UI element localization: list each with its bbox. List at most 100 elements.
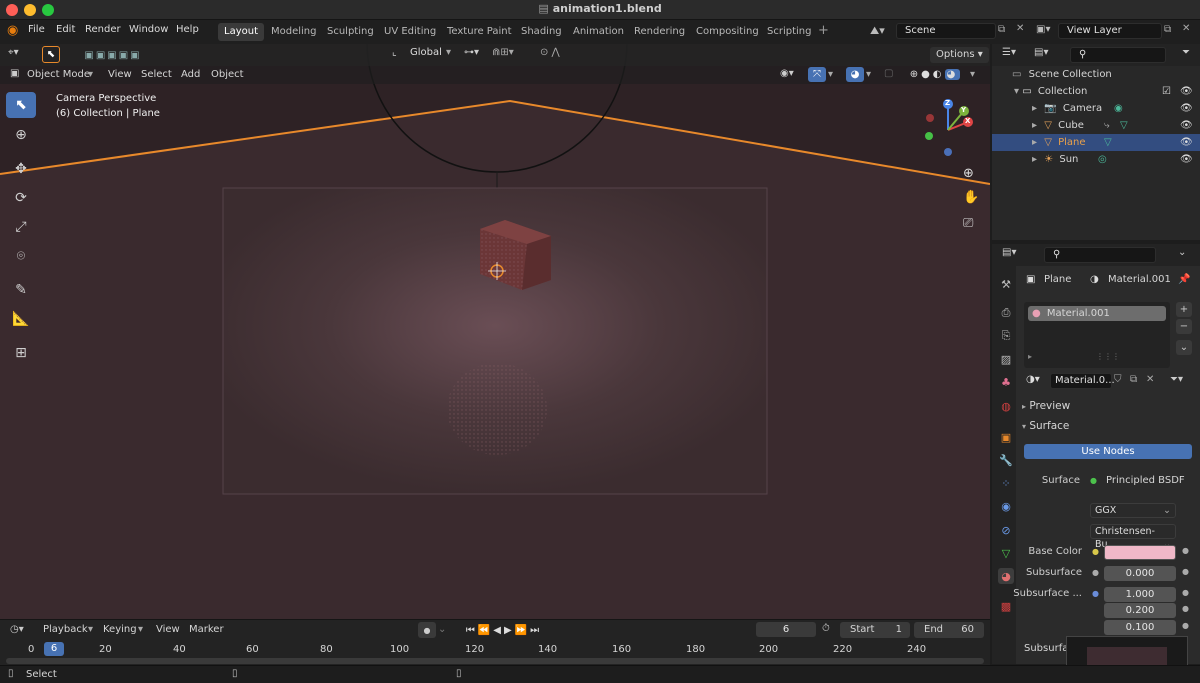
- subsurface-radius-x-field[interactable]: 1.000: [1104, 587, 1176, 602]
- start-frame-field[interactable]: Start 1: [840, 622, 910, 638]
- overlay-toggle-icon[interactable]: ◕: [846, 67, 864, 82]
- mode-select[interactable]: Object Mode: [27, 69, 90, 80]
- fake-user-icon[interactable]: ⛉: [1114, 374, 1122, 385]
- tab-modeling[interactable]: Modeling: [265, 23, 323, 41]
- tab-layout[interactable]: Layout: [218, 23, 264, 41]
- playhead[interactable]: 6: [44, 642, 64, 656]
- 3d-viewport[interactable]: [0, 44, 990, 619]
- output-tab-icon[interactable]: ⎘: [998, 328, 1014, 344]
- cursor-tool-icon[interactable]: ⊕: [6, 122, 36, 148]
- material-browse-icon[interactable]: ◑▾: [1026, 374, 1040, 385]
- eye-icon[interactable]: 👁: [1180, 151, 1193, 168]
- delete-scene-icon[interactable]: ✕: [1016, 23, 1024, 34]
- outliner-row-scene-collection[interactable]: ▭ Scene Collection: [992, 66, 1200, 83]
- material-slot-item[interactable]: ● Material.001: [1028, 306, 1166, 321]
- keyframe-dot-icon[interactable]: ●: [1182, 567, 1189, 576]
- add-slot-button[interactable]: +: [1176, 302, 1192, 317]
- timeline-editor-icon[interactable]: ◷▾: [10, 624, 24, 635]
- select-box-tool-icon[interactable]: ⬉: [6, 92, 36, 118]
- delete-view-layer-icon[interactable]: ✕: [1182, 23, 1190, 34]
- keyframe-dot-icon[interactable]: ●: [1182, 621, 1189, 630]
- tab-texture-paint[interactable]: Texture Paint: [441, 23, 518, 41]
- preview-panel-header[interactable]: ▸ Preview: [1022, 400, 1070, 412]
- render-tab-icon[interactable]: ⎙: [998, 305, 1014, 321]
- menu-render[interactable]: Render: [85, 24, 121, 35]
- rotate-tool-icon[interactable]: ⟳: [6, 185, 36, 211]
- unlink-icon[interactable]: ✕: [1146, 374, 1154, 385]
- base-color-swatch[interactable]: [1104, 545, 1176, 560]
- transform-orientation-select[interactable]: Global: [410, 47, 442, 58]
- world-tab-icon[interactable]: ◍: [998, 398, 1014, 414]
- view-layer-tab-icon[interactable]: ▨: [998, 351, 1014, 367]
- shading-mode-icons[interactable]: ⊕●◐ ◕: [904, 67, 966, 82]
- tab-uv-editing[interactable]: UV Editing: [378, 23, 442, 41]
- chevron-down-icon[interactable]: ⌄: [1178, 247, 1186, 258]
- zoom-icon[interactable]: ⊕: [963, 166, 974, 181]
- menu-marker[interactable]: Marker: [189, 624, 224, 635]
- scene-field[interactable]: Scene: [896, 23, 996, 39]
- menu-timeline-view[interactable]: View: [156, 624, 180, 635]
- record-icon[interactable]: ●: [418, 622, 436, 638]
- eye-icon[interactable]: 👁: [1180, 134, 1193, 151]
- outliner-row-cube[interactable]: ▸ ▽ Cube ⤷ ▽ 👁: [992, 117, 1200, 134]
- tab-rendering[interactable]: Rendering: [628, 23, 691, 41]
- remove-slot-button[interactable]: −: [1176, 319, 1192, 334]
- eye-icon[interactable]: 👁: [1180, 117, 1193, 134]
- modifier-tab-icon[interactable]: 🔧: [998, 452, 1014, 468]
- scene-icon[interactable]: ⛰▾: [870, 24, 885, 38]
- view-layer-field[interactable]: View Layer: [1058, 23, 1162, 39]
- pivot-point-icon[interactable]: ⊶▾: [464, 47, 479, 58]
- playback-controls[interactable]: ⏮⏪◀▶⏩⏭: [454, 622, 554, 638]
- eye-icon[interactable]: 👁: [1180, 83, 1193, 100]
- distribution-select[interactable]: GGX ⌄: [1090, 503, 1176, 518]
- scale-tool-icon[interactable]: ⤢: [6, 214, 36, 240]
- current-frame-field[interactable]: 6: [756, 622, 816, 637]
- menu-file[interactable]: File: [28, 24, 45, 35]
- tool-tab-icon[interactable]: ⚒: [998, 276, 1014, 292]
- xray-icon[interactable]: ▢: [884, 68, 893, 79]
- material-tab-icon[interactable]: ◕: [998, 568, 1014, 584]
- chevron-right-icon[interactable]: ▸: [1028, 352, 1032, 361]
- subsurface-radius-z-field[interactable]: 0.100: [1104, 620, 1176, 635]
- surface-shader-select[interactable]: Principled BSDF: [1106, 475, 1185, 486]
- outliner-editor-icon[interactable]: ☰▾: [1002, 47, 1016, 58]
- duplicate-icon[interactable]: ⧉: [1130, 374, 1137, 385]
- texture-tab-icon[interactable]: ▩: [998, 598, 1014, 614]
- eye-icon[interactable]: 👁: [1180, 100, 1193, 117]
- tab-animation[interactable]: Animation: [567, 23, 630, 41]
- tab-shading[interactable]: Shading: [515, 23, 568, 41]
- keyframe-dot-icon[interactable]: ●: [1182, 588, 1189, 597]
- tab-scripting[interactable]: Scripting: [761, 23, 817, 41]
- menu-edit[interactable]: Edit: [56, 24, 75, 35]
- properties-search-input[interactable]: ⚲: [1044, 247, 1156, 263]
- blender-logo-icon[interactable]: ◉: [7, 23, 18, 38]
- new-view-layer-icon[interactable]: ⧉: [1164, 24, 1171, 35]
- outliner-row-camera[interactable]: ▸ 📷 Camera ◉ 👁: [992, 100, 1200, 117]
- move-tool-icon[interactable]: ✥: [6, 156, 36, 182]
- surface-panel-header[interactable]: ▾ Surface: [1022, 420, 1069, 432]
- display-mode-icon[interactable]: ▤▾: [1034, 47, 1048, 58]
- snap-icon[interactable]: ⋒⊞▾: [492, 47, 514, 58]
- material-slot-list[interactable]: ● Material.001 ▸ ⋮⋮⋮: [1024, 302, 1170, 368]
- outliner-row-plane[interactable]: ▸ ▽ Plane ▽ 👁: [992, 134, 1200, 151]
- menu-playback[interactable]: Playback: [43, 624, 88, 635]
- add-workspace-icon[interactable]: +: [818, 23, 829, 38]
- visibility-icon[interactable]: ◉▾: [780, 68, 794, 79]
- keyframe-dot-icon[interactable]: ●: [1182, 604, 1189, 613]
- menu-select[interactable]: Select: [141, 69, 172, 80]
- tab-sculpting[interactable]: Sculpting: [321, 23, 380, 41]
- menu-object[interactable]: Object: [211, 69, 244, 80]
- orientation-icon[interactable]: ⌞: [392, 47, 397, 58]
- select-tool-icon[interactable]: ⬉: [42, 46, 60, 63]
- new-scene-icon[interactable]: ⧉: [998, 24, 1005, 35]
- slot-specials-button[interactable]: ⌄: [1176, 340, 1192, 355]
- menu-window[interactable]: Window: [129, 24, 168, 35]
- menu-view[interactable]: View: [108, 69, 132, 80]
- stopwatch-icon[interactable]: ⏱: [822, 623, 830, 634]
- options-button[interactable]: Options ▾: [930, 47, 989, 63]
- properties-editor-icon[interactable]: ▤▾: [1002, 247, 1016, 258]
- navigation-gizmo[interactable]: Z X Y: [920, 96, 980, 156]
- data-tab-icon[interactable]: ▽: [998, 545, 1014, 561]
- object-tab-icon[interactable]: ▣: [998, 429, 1014, 445]
- transform-tool-icon[interactable]: ⌾: [6, 243, 36, 269]
